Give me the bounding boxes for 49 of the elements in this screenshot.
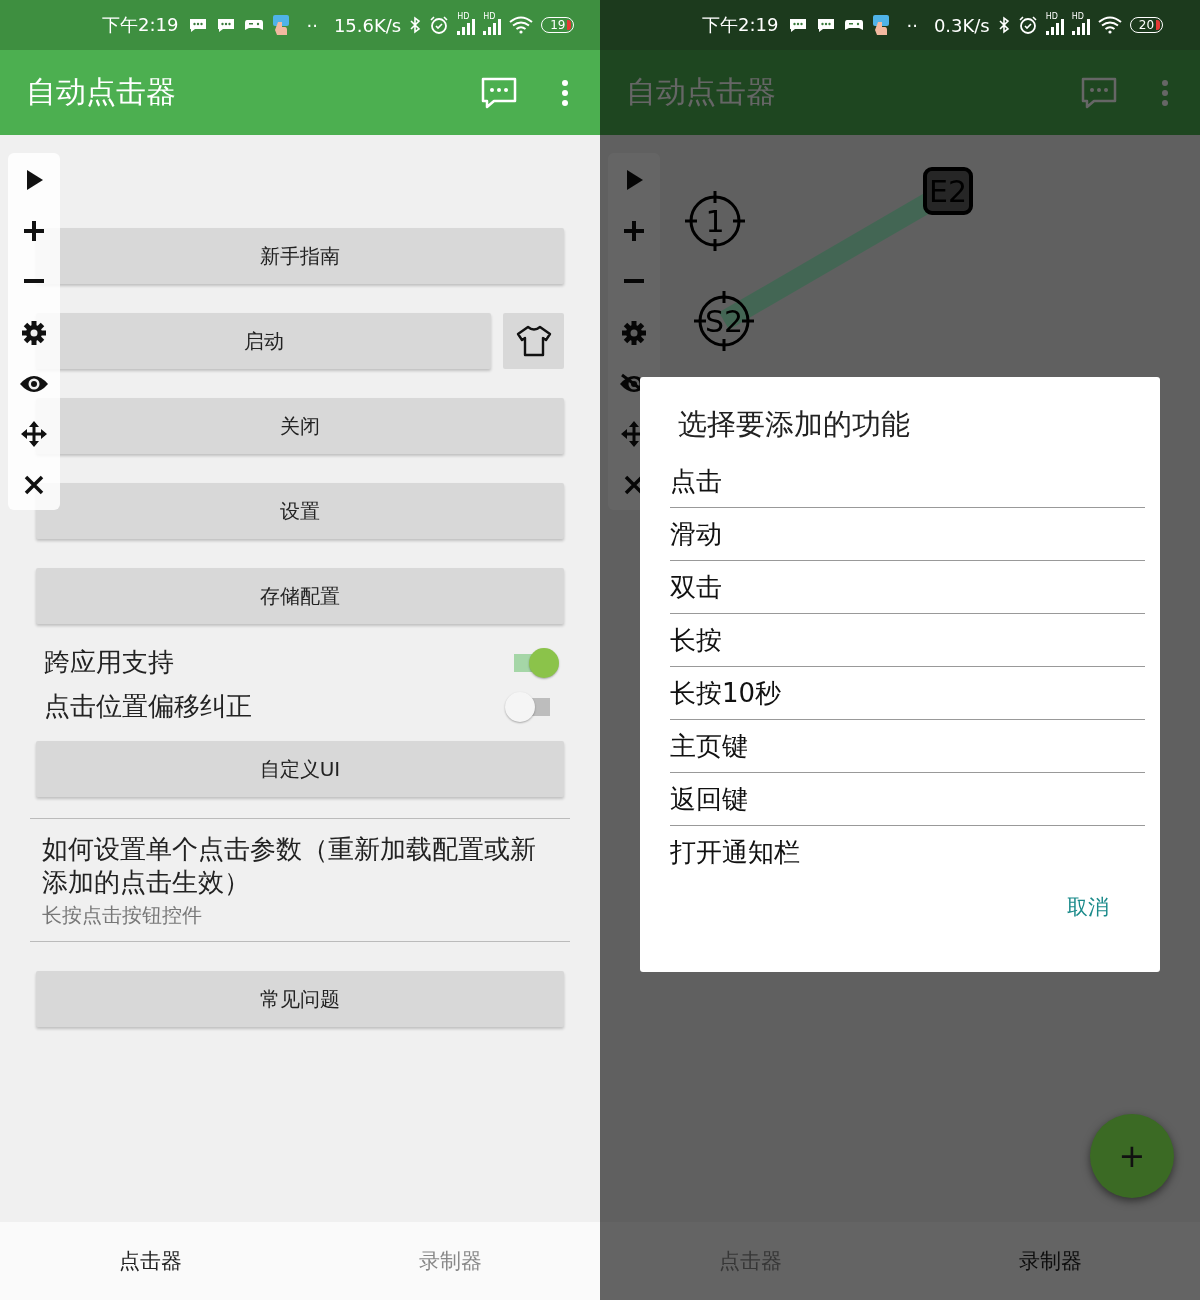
status-dots: ·· — [906, 14, 918, 36]
theme-button[interactable] — [503, 313, 564, 369]
option-item[interactable]: 点击 — [670, 455, 1145, 508]
help-subtitle: 长按点击按钮控件 — [42, 902, 203, 929]
alarm-icon — [1017, 15, 1038, 35]
plus-icon[interactable] — [22, 218, 46, 243]
option-item[interactable]: 主页键 — [670, 720, 1145, 773]
bluetooth-icon — [997, 16, 1010, 34]
message-icon — [216, 17, 237, 33]
setting-label: 点击位置偏移纠正 — [44, 690, 252, 723]
move-icon[interactable] — [21, 421, 47, 448]
menu-button[interactable]: 常见问题 — [36, 971, 564, 1027]
hand-icon — [272, 14, 291, 36]
gamepad-icon — [244, 17, 265, 33]
message-icon — [788, 17, 809, 33]
option-item[interactable]: 长按 — [670, 614, 1145, 667]
message-icon — [816, 17, 837, 33]
hand-icon — [872, 14, 891, 36]
option-item[interactable]: 返回键 — [670, 773, 1145, 826]
menu-button[interactable]: 自定义UI — [36, 741, 564, 797]
setting-label: 跨应用支持 — [44, 646, 174, 679]
bluetooth-icon — [409, 16, 422, 34]
network-speed: 15.6K/s — [333, 14, 402, 36]
nav-tab[interactable]: 点击器 — [0, 1222, 300, 1300]
settings-icon[interactable] — [21, 319, 47, 346]
chat-icon[interactable] — [480, 75, 518, 110]
wifi-icon — [1097, 16, 1122, 34]
option-item[interactable]: 打开通知栏 — [670, 826, 1145, 878]
option-item[interactable]: 双击 — [670, 561, 1145, 614]
close-icon[interactable] — [23, 473, 45, 496]
message-icon — [188, 17, 209, 33]
wifi-icon — [509, 16, 534, 34]
gamepad-icon — [844, 17, 865, 33]
help-title: 如何设置单个点击参数（重新加载配置或新添加的点击生效） — [42, 833, 537, 898]
network-speed: 0.3K/s — [933, 14, 990, 36]
status-dots: ·· — [306, 14, 318, 36]
app-title: 自动点击器 — [26, 73, 177, 111]
option-item[interactable]: 滑动 — [670, 508, 1145, 561]
status-time: 下午2:19 — [702, 13, 779, 37]
shirt-icon — [515, 325, 552, 357]
menu-button[interactable]: 设置 — [36, 483, 564, 539]
menu-button[interactable]: 存储配置 — [36, 568, 564, 624]
app-title: 自动点击器 — [626, 73, 777, 111]
cancel-button[interactable]: 取消 — [1061, 892, 1115, 922]
more-icon[interactable] — [560, 78, 570, 107]
dialog-title: 选择要添加的功能 — [678, 406, 911, 443]
alarm-icon — [429, 15, 450, 35]
status-time: 下午2:19 — [102, 13, 179, 37]
option-item[interactable]: 长按10秒 — [670, 667, 1145, 720]
